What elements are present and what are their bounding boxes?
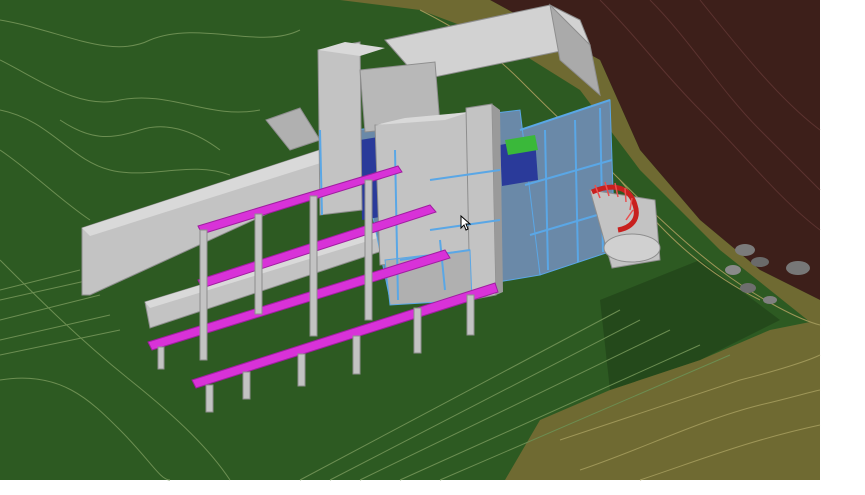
support-column [413,307,422,354]
support-column [466,294,475,336]
boulder [725,265,741,275]
support-column [205,384,214,413]
support-column [157,346,165,370]
support-column [254,213,263,315]
support-column [309,195,318,337]
center-block [374,111,473,266]
boulder [740,283,756,293]
boulder [763,296,777,304]
stair-tower-base [603,233,661,263]
cad-3d-viewport[interactable] [0,0,865,495]
white-margin-bottom [0,480,865,495]
boulder [786,261,810,275]
white-margin-right [820,0,865,495]
support-column [352,335,361,375]
site-model-render[interactable] [0,0,865,495]
boulder [735,244,755,256]
support-column [297,353,306,387]
support-column [242,371,251,400]
support-column [199,229,208,361]
boulder [751,257,769,267]
support-column [364,179,373,321]
